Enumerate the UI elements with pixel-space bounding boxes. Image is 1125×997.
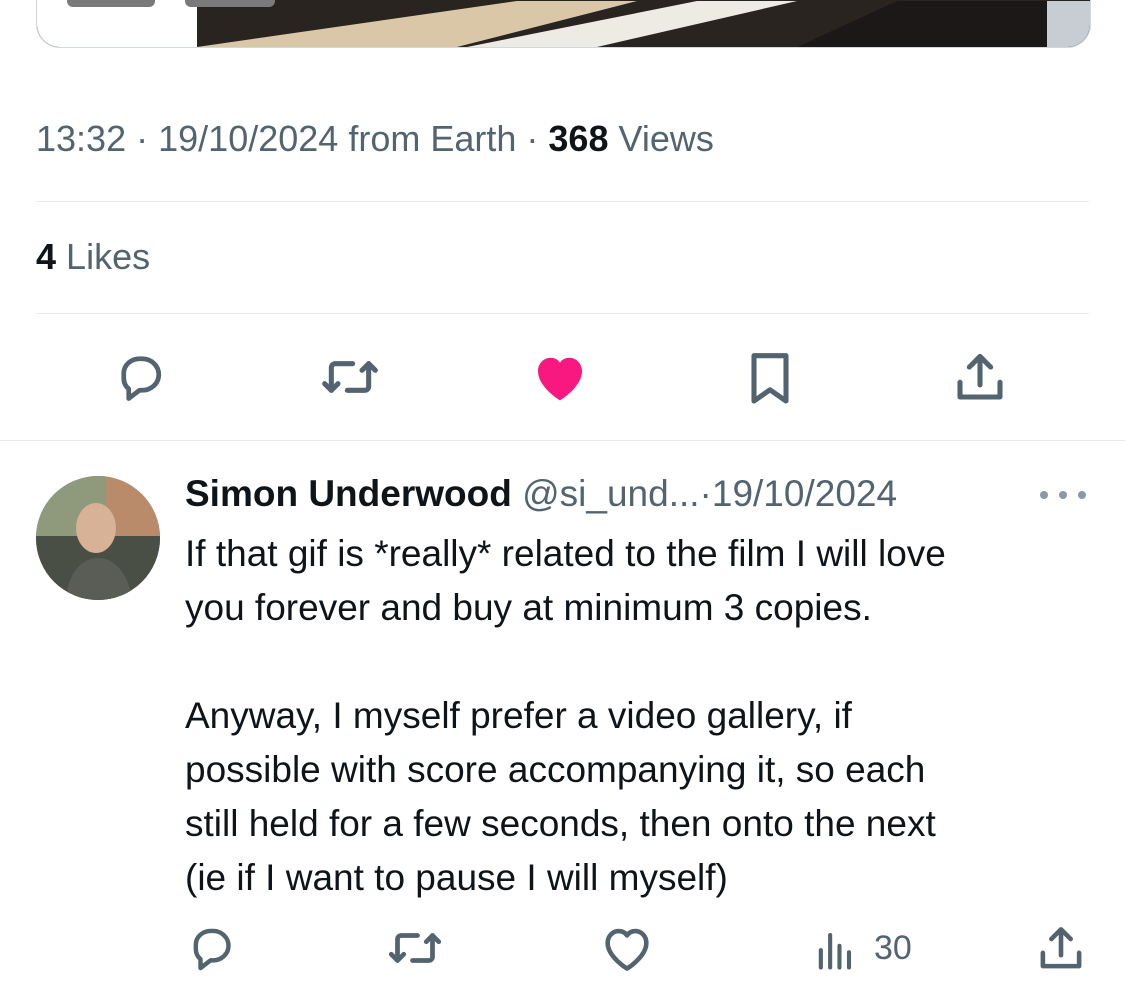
share-button[interactable] <box>943 340 1017 414</box>
reply-like-button[interactable] <box>598 912 656 984</box>
like-button[interactable] <box>523 340 597 414</box>
meta-dot: · <box>699 473 712 514</box>
more-options-button[interactable] <box>1040 480 1086 510</box>
share-icon <box>957 353 1003 400</box>
retweet-icon <box>388 933 442 963</box>
reply-views-count: 30 <box>874 928 912 967</box>
views-label[interactable]: Views <box>619 118 714 159</box>
meta-dot: · <box>136 118 149 159</box>
more-dot <box>1059 491 1067 499</box>
views-count[interactable]: 368 <box>548 118 608 159</box>
tweet-date[interactable]: 19/10/2024 <box>158 118 338 159</box>
media-badge <box>185 0 275 7</box>
likes-label: Likes <box>66 236 151 277</box>
avatar[interactable] <box>36 476 160 600</box>
divider <box>0 440 1125 441</box>
reply-retweet-button[interactable] <box>385 912 445 984</box>
heart-filled-icon <box>538 357 582 401</box>
reply-button[interactable] <box>103 340 177 414</box>
media-badge <box>67 0 155 7</box>
reply-share-button[interactable] <box>1032 912 1090 984</box>
analytics-icon <box>818 932 852 970</box>
reply-header: Simon Underwood @si_und...·19/10/2024 <box>185 472 1075 516</box>
more-dot <box>1078 491 1086 499</box>
bookmark-button[interactable] <box>733 340 807 414</box>
author-handle[interactable]: @si_und... <box>522 473 699 514</box>
meta-dot: · <box>526 118 539 159</box>
tweet-meta: 13:32 · 19/10/2024 from Earth · 368 View… <box>36 118 714 160</box>
reply-icon <box>121 356 162 401</box>
media-photo <box>37 0 1090 47</box>
divider <box>36 201 1089 202</box>
reply-reply-button[interactable] <box>183 912 239 984</box>
reply-date[interactable]: 19/10/2024 <box>712 473 897 514</box>
media-image[interactable] <box>36 0 1091 48</box>
likes-count: 4 <box>36 236 57 277</box>
tweet-time[interactable]: 13:32 <box>36 118 126 159</box>
divider <box>36 313 1089 314</box>
reply-icon <box>193 928 231 971</box>
reply-text: If that gif is *really* related to the f… <box>185 533 946 898</box>
tweet-action-bar <box>0 340 1125 414</box>
share-icon <box>1040 927 1082 969</box>
retweet-button[interactable] <box>313 340 387 414</box>
more-dot <box>1040 491 1048 499</box>
heart-outline-icon <box>605 928 649 971</box>
author-name[interactable]: Simon Underwood <box>185 473 512 514</box>
retweet-icon <box>322 361 378 393</box>
bookmark-icon <box>751 353 789 404</box>
avatar-photo <box>36 476 160 600</box>
likes-summary[interactable]: 4 Likes <box>36 236 150 278</box>
reply-views-button[interactable]: 30 <box>810 912 912 984</box>
reply-action-bar: 30 <box>0 912 1125 984</box>
tweet-source: from Earth <box>348 118 517 159</box>
